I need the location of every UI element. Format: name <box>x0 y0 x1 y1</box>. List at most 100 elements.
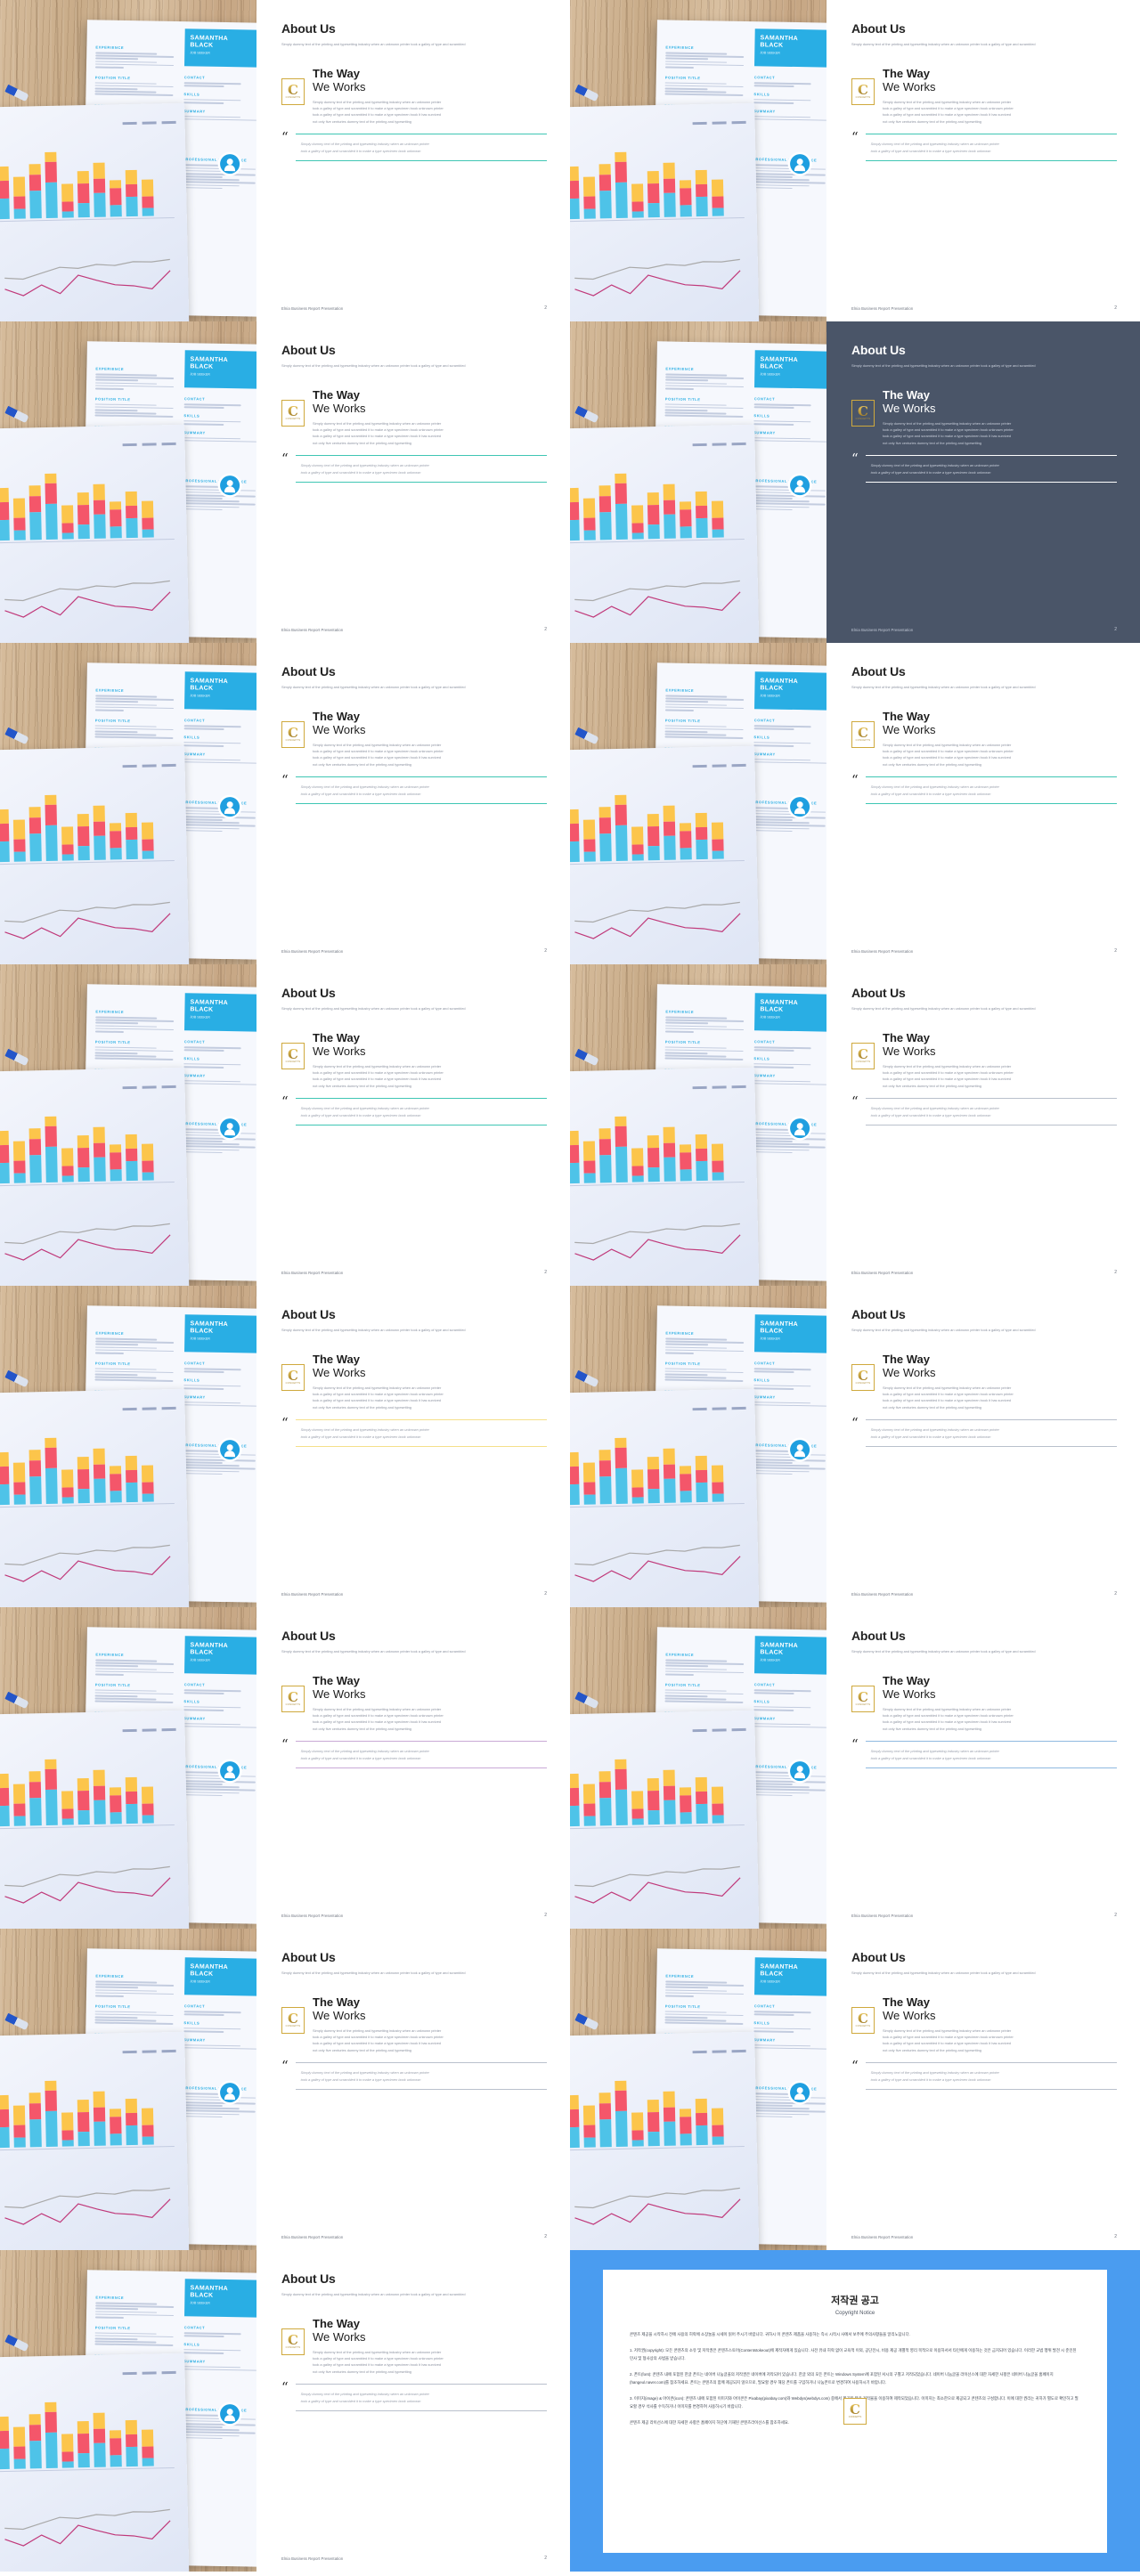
chart-legend <box>692 763 746 768</box>
resume-section-experience: EXPERIENCE <box>665 1330 695 1337</box>
quote-text: Simply dummy text of the printing and ty… <box>866 456 1117 482</box>
quote-line-1: Simply dummy text of the printing and ty… <box>870 142 999 147</box>
footer-text: Elnia Business Report Presentation <box>851 627 914 632</box>
photo-collage: SAMANTHA BLACK JOB SEEKER EXPERIENCE POS… <box>570 321 826 643</box>
bar-group <box>631 2112 644 2147</box>
about-block: About Us Simply dummy text of the printi… <box>281 343 547 370</box>
chart-legend <box>122 763 176 768</box>
way-heading-bold: The Way <box>313 1030 360 1044</box>
page-number: 2 <box>1114 627 1117 632</box>
resume-name-line2: BLACK <box>760 1006 784 1013</box>
slide-thumbnail-12[interactable]: SAMANTHA BLACK JOB SEEKER EXPERIENCE POS… <box>570 1607 1140 1929</box>
resume-role: JOB SEEKER <box>190 2301 210 2305</box>
about-heading: About Us <box>281 1629 336 1643</box>
chart-legend <box>122 2049 176 2054</box>
line-series-b <box>574 2198 741 2225</box>
body-line-4: not only five centuries dummy text of th… <box>883 440 981 445</box>
quote-mark-icon: “ <box>281 1093 289 1110</box>
bar-group <box>0 809 10 863</box>
slide-thumbnail-3[interactable]: SAMANTHA BLACK JOB SEEKER EXPERIENCE POS… <box>0 321 570 643</box>
resume-job-title: POSITION TITLE <box>94 74 131 80</box>
resume-summary-label: SUMMARY <box>183 1072 206 1078</box>
resume-job-title: POSITION TITLE <box>664 1360 701 1366</box>
quote-text: Simply dummy text of the printing and ty… <box>296 2063 547 2089</box>
body-line-3: took a galley of type and scrambled it t… <box>883 2041 1012 2046</box>
chart-sheet <box>0 102 190 321</box>
footer-text: Elnia Business Report Presentation <box>851 948 914 954</box>
about-paragraph: Simply dummy text of the printing and ty… <box>851 1971 1036 1975</box>
chart-legend <box>692 442 746 447</box>
quote-rule-bottom <box>295 1446 547 1448</box>
watermark-letter: C <box>850 2401 860 2418</box>
slide-thumbnail-9[interactable]: SAMANTHA BLACK JOB SEEKER EXPERIENCE POS… <box>0 1286 570 1607</box>
slide-thumbnail-13[interactable]: SAMANTHA BLACK JOB SEEKER EXPERIENCE POS… <box>0 1929 570 2250</box>
copyright-slide[interactable]: 저작권 공고 Copyright Notice 콘텐츠 제공을 시작하시 전에 … <box>570 2250 1140 2572</box>
bar-group <box>125 491 138 539</box>
quote-block: “ Simply dummy text of the printing and … <box>851 774 1117 805</box>
line-chart <box>574 1544 741 1582</box>
body-line-1: Simply dummy text of the printing and ty… <box>883 99 1012 104</box>
bar-group <box>679 2108 692 2146</box>
slide-thumbnail-5[interactable]: SAMANTHA BLACK JOB SEEKER EXPERIENCE POS… <box>0 643 570 964</box>
copyright-section-2: 2. 폰트(font): 콘텐츠 내에 포함된 한글 폰트는 네이버 나눔글꼴의… <box>630 2371 1054 2385</box>
slide-thumbnail-6[interactable]: SAMANTHA BLACK JOB SEEKER EXPERIENCE POS… <box>570 643 1140 964</box>
logo-caption: CONCEPTS <box>285 1703 301 1707</box>
line-chart <box>4 1223 171 1261</box>
resume-name-block: SAMANTHA BLACK JOB SEEKER <box>754 993 826 1032</box>
bar-group <box>93 484 106 539</box>
quote-text: Simply dummy text of the printing and ty… <box>296 1742 547 1767</box>
bar-group <box>28 1770 42 1826</box>
chart-legend <box>122 1727 176 1733</box>
bar-group <box>141 822 154 859</box>
resume-right-column: CONTACT SKILLS SUMMARY PROFESSIONAL EXPE… <box>182 718 256 833</box>
line-chart <box>4 580 171 618</box>
bar-group <box>61 826 74 861</box>
bar-chart <box>570 2062 745 2149</box>
slide-thumbnail-8[interactable]: SAMANTHA BLACK JOB SEEKER EXPERIENCE POS… <box>570 964 1140 1286</box>
bar-group <box>28 806 42 862</box>
bar-group <box>28 163 42 219</box>
bar-group <box>711 822 724 859</box>
bar-group <box>109 1143 122 1182</box>
quote-rule-bottom <box>295 482 547 484</box>
slide-thumbnail-1[interactable]: SAMANTHA BLACK JOB SEEKER EXPERIENCE POS… <box>0 0 570 321</box>
text-panel: About Us Simply dummy text of the printi… <box>256 321 570 643</box>
slide-thumbnail-15[interactable]: SAMANTHA BLACK JOB SEEKER EXPERIENCE POS… <box>0 2250 570 2572</box>
body-line-2: took a galley of type and scrambled it t… <box>883 2035 1014 2039</box>
photo-collage: SAMANTHA BLACK JOB SEEKER EXPERIENCE POS… <box>570 1607 826 1929</box>
body-line-2: took a galley of type and scrambled it t… <box>883 427 1014 432</box>
bar-group <box>582 819 596 862</box>
slide-thumbnail-11[interactable]: SAMANTHA BLACK JOB SEEKER EXPERIENCE POS… <box>0 1607 570 1929</box>
slide-thumbnail-10[interactable]: SAMANTHA BLACK JOB SEEKER EXPERIENCE POS… <box>570 1286 1140 1607</box>
resume-role: JOB SEEKER <box>190 372 210 377</box>
text-panel: About Us Simply dummy text of the printi… <box>256 1286 570 1607</box>
resume-role: JOB SEEKER <box>760 1658 780 1662</box>
chart-legend <box>122 120 176 126</box>
resume-right-column: CONTACT SKILLS SUMMARY PROFESSIONAL EXPE… <box>752 1361 826 1476</box>
quote-line-1: Simply dummy text of the printing and ty… <box>300 463 429 468</box>
about-paragraph: Simply dummy text of the printing and ty… <box>281 1006 466 1011</box>
about-paragraph: Simply dummy text of the printing and ty… <box>281 363 466 368</box>
page-number: 2 <box>544 948 547 954</box>
slide-thumbnail-14[interactable]: SAMANTHA BLACK JOB SEEKER EXPERIENCE POS… <box>570 1929 1140 2250</box>
slide-thumbnail-4[interactable]: SAMANTHA BLACK JOB SEEKER EXPERIENCE POS… <box>570 321 1140 643</box>
resume-name-block: SAMANTHA BLACK JOB SEEKER <box>184 350 256 389</box>
way-block: C CONCEPTS The Way We Works Simply dummy… <box>851 1995 1117 2054</box>
photo-collage: SAMANTHA BLACK JOB SEEKER EXPERIENCE POS… <box>0 2250 256 2572</box>
resume-contact-label: CONTACT <box>183 75 206 80</box>
about-block: About Us Simply dummy text of the printi… <box>281 986 547 1012</box>
text-panel: About Us Simply dummy text of the printi… <box>256 2250 570 2572</box>
bar-group <box>141 2429 154 2466</box>
resume-summary-label: SUMMARY <box>753 1394 776 1400</box>
chart-legend <box>692 2049 746 2054</box>
chart-sheet <box>0 424 190 643</box>
resume-contact-label: CONTACT <box>753 2003 776 2009</box>
slide-thumbnail-2[interactable]: SAMANTHA BLACK JOB SEEKER EXPERIENCE POS… <box>570 0 1140 321</box>
body-line-4: not only five centuries dummy text of th… <box>313 1083 411 1088</box>
way-heading-light: We Works <box>313 1044 366 1058</box>
way-body: Simply dummy text of the printing and ty… <box>313 2027 547 2054</box>
about-paragraph: Simply dummy text of the printing and ty… <box>851 42 1036 46</box>
way-block: C CONCEPTS The Way We Works Simply dummy… <box>281 2317 547 2376</box>
slide-thumbnail-7[interactable]: SAMANTHA BLACK JOB SEEKER EXPERIENCE POS… <box>0 964 570 1286</box>
bar-group <box>647 2099 660 2147</box>
